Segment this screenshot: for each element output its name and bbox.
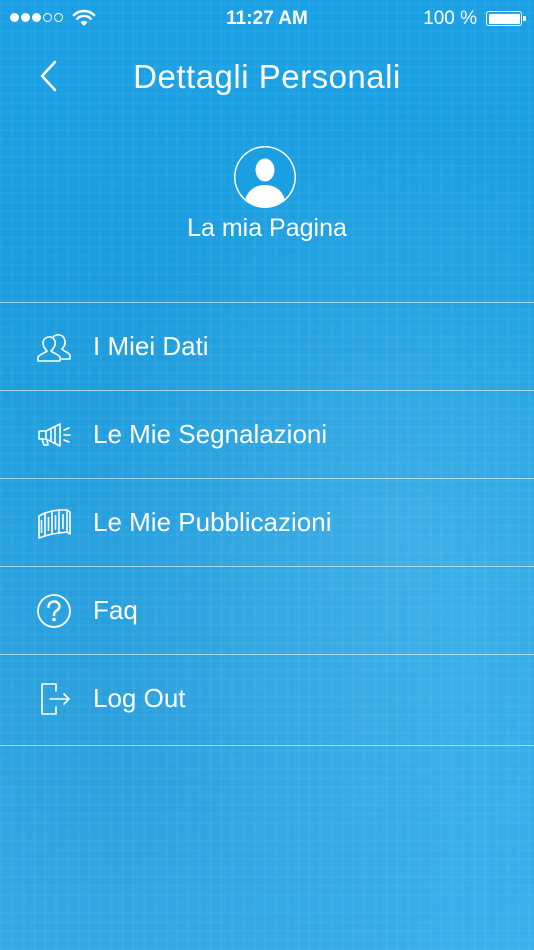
page-title: Dettagli Personali xyxy=(133,58,401,95)
menu-list: I Miei Dati Le Mie Segnalazioni Le Mie P… xyxy=(0,302,534,746)
menu-item-my-reports[interactable]: Le Mie Segnalazioni xyxy=(0,391,534,478)
megaphone-icon xyxy=(38,423,71,447)
question-circle-icon xyxy=(37,594,71,628)
logout-icon xyxy=(41,683,70,715)
battery-icon xyxy=(486,11,526,26)
menu-item-label: Le Mie Segnalazioni xyxy=(93,419,328,449)
divider xyxy=(0,745,534,746)
battery-percentage: 100 % xyxy=(423,8,477,29)
menu-item-label: Log Out xyxy=(93,683,186,713)
menu-item-faq[interactable]: Faq xyxy=(0,567,534,654)
menu-item-label: I Miei Dati xyxy=(93,331,209,361)
menu-item-label: Faq xyxy=(93,595,138,625)
status-bar: 11:27 AM 100 % xyxy=(0,0,534,36)
profile-label[interactable]: La mia Pagina xyxy=(0,214,534,243)
menu-item-my-publications[interactable]: Le Mie Pubblicazioni xyxy=(0,479,534,566)
books-icon xyxy=(38,509,71,539)
user-avatar-icon[interactable] xyxy=(232,144,298,210)
menu-item-my-data[interactable]: I Miei Dati xyxy=(0,303,534,390)
menu-item-label: Le Mie Pubblicazioni xyxy=(93,507,332,537)
menu-item-logout[interactable]: Log Out xyxy=(0,655,534,742)
users-icon xyxy=(37,334,71,362)
